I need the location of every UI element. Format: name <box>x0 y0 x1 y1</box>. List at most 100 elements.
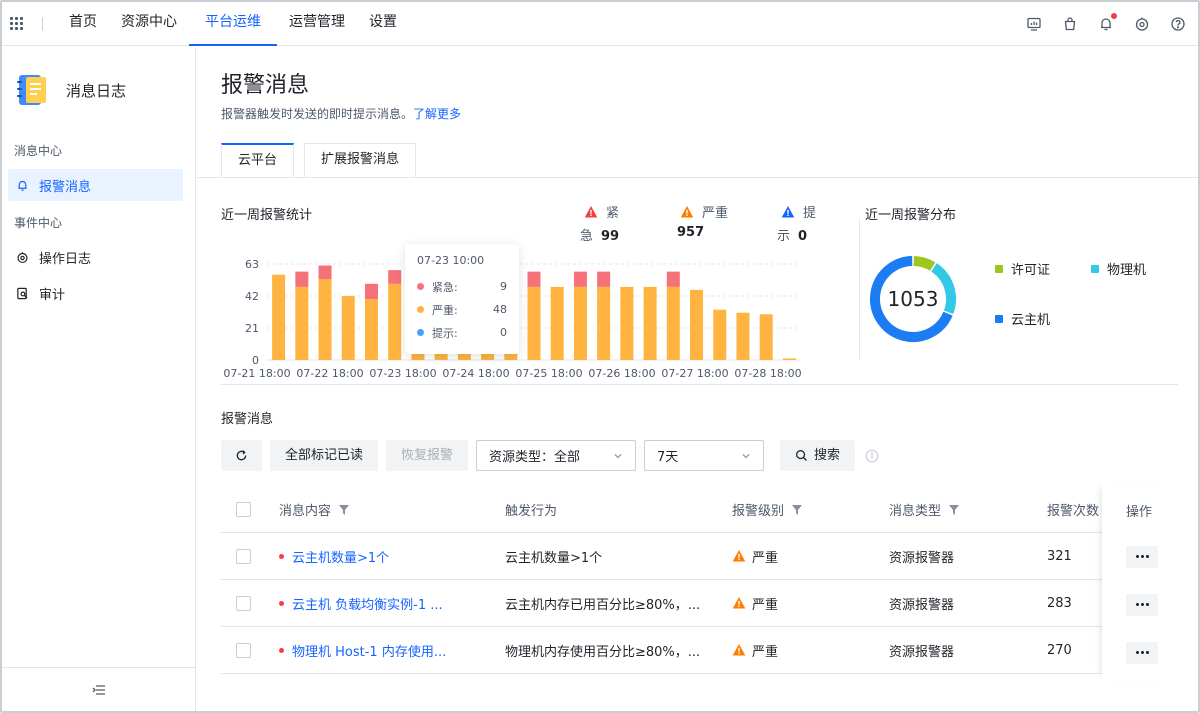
resource-type-select[interactable]: 资源类型：全部 <box>476 440 637 471</box>
alarm-table: 消息内容 触发行为 报警级别 消息类型 报警次数 云主机数量>1个 云主机数量>… <box>221 482 1178 680</box>
x-tick-label: 07-24 18:00 <box>442 367 509 380</box>
legend-serious-value: 957 <box>669 225 704 240</box>
bar-serious <box>527 286 541 360</box>
nav-item-settings[interactable]: 设置 <box>357 2 409 46</box>
unread-dot <box>279 553 284 559</box>
sidebar-group-event-center: 事件中心 <box>14 216 63 230</box>
sidebar-title: 消息日志 <box>66 81 127 100</box>
legend-swatch <box>1091 264 1099 273</box>
mark-all-read-button[interactable]: 全部标记已读 <box>270 440 379 471</box>
learn-more-link[interactable]: 了解更多 <box>413 107 461 121</box>
level-text: 严重 <box>752 597 779 613</box>
serious-warning-icon <box>732 644 746 656</box>
bar-serious <box>690 289 704 360</box>
row-checkbox[interactable] <box>236 642 251 658</box>
legend-physical-machine[interactable]: 物理机 <box>1091 259 1146 278</box>
legend-serious-label: 严重 <box>702 206 729 221</box>
nav-divider <box>42 16 43 31</box>
sidebar: 消息日志 消息中心 报警消息 事件中心 操作日志 审计 <box>2 47 196 711</box>
message-content-link[interactable]: 云主机 负载均衡实例-1 ... <box>292 594 443 613</box>
time-range-value: 7天 <box>657 450 679 465</box>
tooltip-name: 提示: <box>432 326 458 340</box>
legend-swatch <box>995 314 1003 323</box>
sidebar-item-operation-log[interactable]: 操作日志 <box>8 241 183 273</box>
row-checkbox[interactable] <box>236 548 251 564</box>
legend-label: 物理机 <box>1107 263 1147 278</box>
notification-dot <box>1111 13 1117 19</box>
y-tick-label: 42 <box>245 290 259 303</box>
bar-serious <box>318 279 332 360</box>
sidebar-item-audit[interactable]: 审计 <box>8 277 183 309</box>
type-text: 资源报警器 <box>889 644 955 660</box>
bar-serious <box>295 286 309 360</box>
filter-icon[interactable] <box>339 504 350 515</box>
user-center-icon[interactable] <box>1134 16 1150 32</box>
legend-hint-value: 示0 <box>777 225 807 244</box>
bar-serious <box>550 286 564 360</box>
tab-divider <box>197 177 1198 178</box>
nav-item-platform-ops[interactable]: 平台运维 <box>189 2 277 46</box>
bar-serious <box>736 312 750 360</box>
more-actions-button[interactable] <box>1126 545 1158 568</box>
trigger-text: 云主机内存已用百分比≥80%，... <box>505 597 701 613</box>
sidebar-item-alarm-messages[interactable]: 报警消息 <box>8 169 183 201</box>
tooltip-dot <box>417 329 424 336</box>
sidebar-collapse-button[interactable] <box>2 667 195 711</box>
sidebar-item-label: 审计 <box>39 287 66 303</box>
count-text: 283 <box>1047 595 1072 611</box>
bar-serious <box>341 296 355 360</box>
header-label: 消息类型 <box>889 504 942 519</box>
refresh-button[interactable] <box>221 440 262 471</box>
message-content-link[interactable]: 云主机数量>1个 <box>292 547 389 566</box>
header-label: 消息内容 <box>279 504 332 519</box>
nav-item-home[interactable]: 首页 <box>57 2 109 46</box>
monitor-icon[interactable] <box>1026 16 1042 32</box>
more-actions-button[interactable] <box>1126 641 1158 664</box>
help-icon[interactable] <box>1170 16 1186 32</box>
tab-extended-alarms[interactable]: 扩展报警消息 <box>304 143 417 177</box>
cart-icon[interactable] <box>1062 16 1078 32</box>
bar-serious <box>272 274 286 360</box>
legend-label: 许可证 <box>1011 263 1051 278</box>
tooltip-row-hint: 提示: 0 <box>417 321 507 344</box>
legend-urgent-value: 急 99 <box>580 225 619 244</box>
trigger-text: 云主机数量>1个 <box>505 550 603 566</box>
time-range-select[interactable]: 7天 <box>644 440 765 471</box>
legend-hint-label: 提 <box>803 206 817 221</box>
bell-icon[interactable] <box>1098 13 1117 32</box>
serious-warning-icon <box>732 550 746 562</box>
nav-item-resource-center[interactable]: 资源中心 <box>109 2 189 46</box>
bar-urgent <box>597 271 611 287</box>
tab-cloud-platform[interactable]: 云平台 <box>221 143 295 177</box>
search-icon <box>796 450 808 461</box>
message-log-logo-icon <box>14 72 50 108</box>
search-button[interactable]: 搜索 <box>780 440 856 471</box>
header-trigger: 触发行为 <box>505 504 558 519</box>
serious-count: 957 <box>677 225 705 240</box>
header-operation: 操作 <box>1126 504 1153 520</box>
app-grid-icon[interactable] <box>10 16 24 31</box>
audit-icon <box>17 287 28 299</box>
filter-icon[interactable] <box>792 504 803 515</box>
type-text: 资源报警器 <box>889 597 955 613</box>
filter-icon[interactable] <box>949 504 960 515</box>
legend-cloud-host[interactable]: 云主机 <box>995 309 1050 328</box>
select-all-checkbox[interactable] <box>236 502 251 517</box>
bar-urgent <box>295 271 309 287</box>
info-icon[interactable] <box>865 449 879 463</box>
message-content-link[interactable]: 物理机 Host-1 内存使用... <box>292 641 446 660</box>
more-actions-button[interactable] <box>1126 593 1158 616</box>
legend-license[interactable]: 许可证 <box>995 259 1050 278</box>
search-label: 搜索 <box>814 448 841 463</box>
x-tick-label: 07-21 18:00 <box>223 367 290 380</box>
table-row: 云主机数量>1个 云主机数量>1个 严重 资源报警器 321 <box>221 533 1178 580</box>
x-tick-label: 07-27 18:00 <box>661 367 728 380</box>
chevron-down-icon <box>614 453 622 458</box>
nav-item-operations[interactable]: 运营管理 <box>277 2 357 46</box>
row-checkbox[interactable] <box>236 595 251 611</box>
restore-alarm-button[interactable]: 恢复报警 <box>386 440 469 471</box>
top-navigation: 首页 资源中心 平台运维 运营管理 设置 <box>2 2 1198 46</box>
header-count: 报警次数 <box>1047 504 1100 519</box>
tooltip-time: 07-23 10:00 <box>417 254 485 267</box>
collapse-menu-icon <box>92 684 105 695</box>
